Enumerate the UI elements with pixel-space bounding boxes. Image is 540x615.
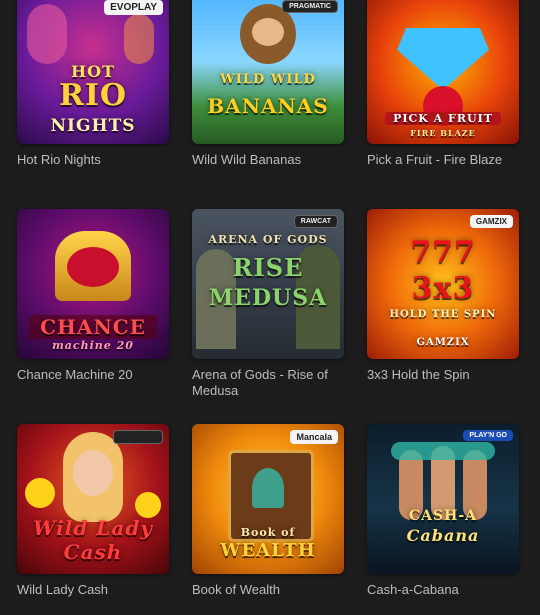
game-card-3x3-hold-the-spin[interactable]: GAMZIX 777 3x3 HOLD THE SPIN GAMZIX 3x3 … (367, 209, 519, 383)
game-thumbnail[interactable]: PLAY'N GO CASH-A Cabana (367, 424, 519, 574)
game-thumbnail[interactable]: CHANCE machine 20 (17, 209, 169, 359)
game-card-wild-lady-cash[interactable]: Wild Lady Cash Wild Lady Cash (17, 424, 169, 598)
game-thumbnail[interactable]: RAWCAT ARENA OF GODS RISE MEDUSA (192, 209, 344, 359)
game-thumbnail[interactable]: PRAGMATIC WILD WILD BANANAS (192, 0, 344, 144)
game-art-text: CHANCE (29, 315, 157, 339)
provider-badge: Mancala (290, 430, 338, 444)
game-art-text: MEDUSA (208, 285, 328, 311)
provider-badge: PRAGMATIC (282, 0, 338, 13)
game-card-book-of-wealth[interactable]: Mancala Book of WEALTH Book of Wealth (192, 424, 344, 598)
game-title[interactable]: Arena of Gods - Rise of Medusa (192, 367, 344, 399)
provider-badge: RAWCAT (293, 215, 338, 228)
games-grid: EVOPLAY HOT RIO NIGHTS Hot Rio Nights PR… (0, 0, 540, 615)
game-art-text: GAMZIX (416, 337, 470, 348)
game-thumbnail[interactable]: EVOPLAY HOT RIO NIGHTS (17, 0, 169, 144)
game-art-text: Cabana (406, 526, 480, 545)
game-title[interactable]: Hot Rio Nights (17, 152, 169, 168)
game-title[interactable]: Wild Lady Cash (17, 582, 169, 598)
game-title[interactable]: Pick a Fruit - Fire Blaze (367, 152, 519, 168)
game-art-text: ARENA OF GODS (208, 233, 328, 246)
game-thumbnail[interactable]: PICK A FRUIT FIRE BLAZE (367, 0, 519, 144)
game-card-pick-a-fruit-fire-blaze[interactable]: PICK A FRUIT FIRE BLAZE Pick a Fruit - F… (367, 0, 519, 168)
game-art-text: 777 (410, 235, 476, 270)
game-art-text: RIO (58, 78, 128, 113)
game-card-wild-wild-bananas[interactable]: PRAGMATIC WILD WILD BANANAS Wild Wild Ba… (192, 0, 344, 168)
game-art-text: Book of (240, 526, 296, 539)
game-art-text: Cash (63, 540, 123, 564)
game-thumbnail[interactable]: GAMZIX 777 3x3 HOLD THE SPIN GAMZIX (367, 209, 519, 359)
game-title[interactable]: Book of Wealth (192, 582, 344, 598)
game-art-text: RISE (232, 253, 304, 282)
game-art-text: HOLD THE SPIN (389, 309, 497, 320)
game-title[interactable]: 3x3 Hold the Spin (367, 367, 519, 383)
game-card-arena-of-gods[interactable]: RAWCAT ARENA OF GODS RISE MEDUSA Arena o… (192, 209, 344, 399)
game-art-text: CASH-A (408, 508, 477, 524)
game-art-text: WEALTH (220, 540, 316, 561)
game-art-text: WILD WILD (220, 72, 316, 87)
provider-badge: GAMZIX (469, 215, 513, 228)
provider-badge: PLAY'N GO (463, 430, 513, 441)
provider-badge (113, 430, 163, 444)
game-title[interactable]: Chance Machine 20 (17, 367, 169, 383)
game-thumbnail[interactable]: Mancala Book of WEALTH (192, 424, 344, 574)
game-art-text: machine 20 (52, 339, 134, 352)
game-art-text: PICK A FRUIT (385, 112, 501, 125)
game-art-text: Wild Lady (33, 516, 153, 540)
game-card-cash-a-cabana[interactable]: PLAY'N GO CASH-A Cabana Cash-a-Cabana (367, 424, 519, 598)
game-title[interactable]: Cash-a-Cabana (367, 582, 519, 598)
game-card-chance-machine-20[interactable]: CHANCE machine 20 Chance Machine 20 (17, 209, 169, 383)
game-art-text: NIGHTS (50, 116, 136, 136)
game-title[interactable]: Wild Wild Bananas (192, 152, 344, 168)
game-card-hot-rio-nights[interactable]: EVOPLAY HOT RIO NIGHTS Hot Rio Nights (17, 0, 169, 168)
game-thumbnail[interactable]: Wild Lady Cash (17, 424, 169, 574)
game-art-text: FIRE BLAZE (410, 128, 476, 138)
game-art-text: 3x3 (411, 271, 475, 306)
game-art-text: BANANAS (207, 94, 329, 118)
provider-badge: EVOPLAY (104, 0, 163, 15)
